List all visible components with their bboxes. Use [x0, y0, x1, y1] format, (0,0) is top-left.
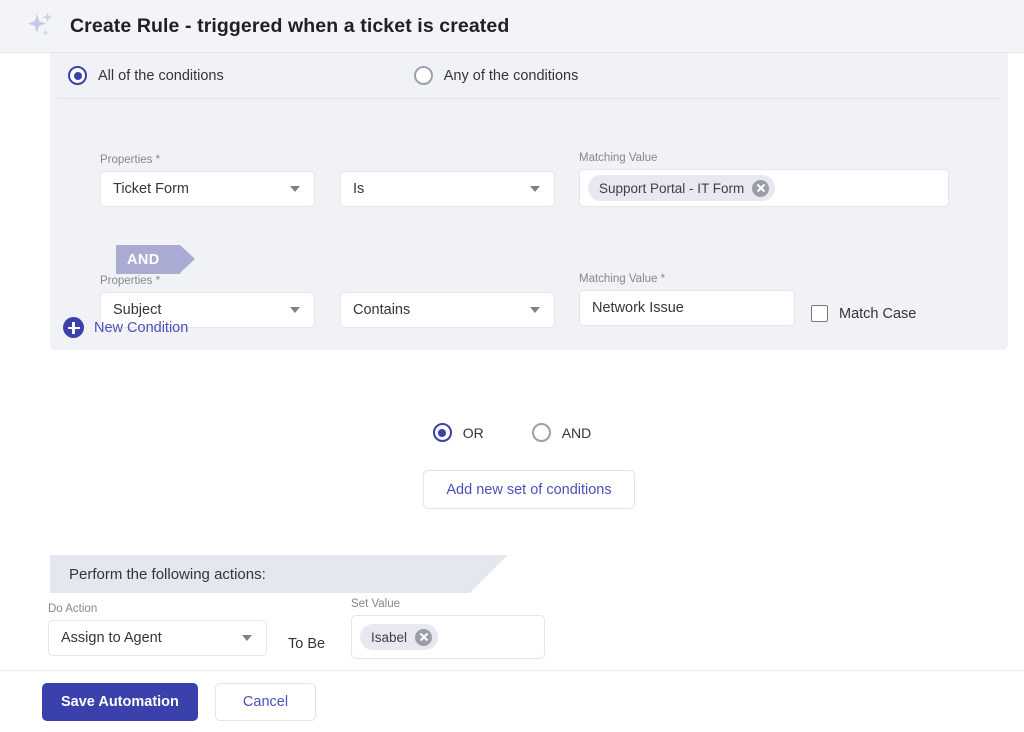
condition-1-operator-value: Is — [353, 181, 364, 197]
matching-value-chip-label: Support Portal - IT Form — [599, 181, 744, 196]
radio-all-label: All of the conditions — [98, 68, 224, 84]
chevron-down-icon — [290, 186, 300, 192]
condition-2-operator-select[interactable]: Contains — [340, 292, 555, 328]
condition-2-matching-input[interactable]: Network Issue — [579, 290, 795, 326]
new-condition-button[interactable]: New Condition — [63, 317, 188, 338]
condition-1-property-select[interactable]: Ticket Form — [100, 171, 315, 207]
plus-icon — [63, 317, 84, 338]
condition-1-operator-select[interactable]: Is — [340, 171, 555, 207]
radio-all-of-the-conditions[interactable]: All of the conditions — [68, 66, 224, 85]
set-value-label: Set Value — [351, 598, 545, 612]
save-automation-button[interactable]: Save Automation — [42, 683, 198, 721]
condition-1-property-value: Ticket Form — [113, 181, 189, 197]
add-new-set-of-conditions-button[interactable]: Add new set of conditions — [423, 470, 635, 509]
do-action-label: Do Action — [48, 603, 267, 617]
do-action-field: Do Action Assign to Agent — [48, 603, 267, 656]
set-value-chip-label: Isabel — [371, 630, 407, 645]
radio-any-of-the-conditions[interactable]: Any of the conditions — [414, 66, 579, 85]
radio-set-or-label: OR — [463, 425, 484, 441]
chevron-down-icon — [242, 635, 252, 641]
cancel-button[interactable]: Cancel — [215, 683, 316, 721]
condition-1-operator-label — [340, 154, 555, 168]
do-action-value: Assign to Agent — [61, 630, 162, 646]
condition-2-operator-field: Contains — [340, 275, 555, 328]
condition-2-operator-value: Contains — [353, 302, 410, 318]
to-be-label: To Be — [288, 636, 325, 652]
condition-1-matching-input[interactable]: Support Portal - IT Form — [579, 169, 949, 207]
set-joiner-row: OR AND — [0, 423, 1024, 442]
condition-1-matching-field: Matching Value Support Portal - IT Form — [579, 152, 949, 207]
rule-body: All of the conditions Any of the conditi… — [0, 53, 1024, 670]
sparkles-icon — [22, 6, 62, 46]
chip-remove-icon[interactable] — [752, 180, 769, 197]
match-case-label: Match Case — [839, 306, 916, 322]
match-case-toggle[interactable]: Match Case — [811, 305, 916, 322]
condition-1-operator-field: Is — [340, 154, 555, 207]
condition-1-matching-label: Matching Value — [579, 152, 949, 166]
condition-1-property-label: Properties * — [100, 154, 315, 168]
radio-set-or-indicator[interactable] — [433, 423, 452, 442]
condition-2-matching-label: Matching Value * — [579, 273, 795, 287]
page-title: Create Rule - triggered when a ticket is… — [70, 15, 509, 38]
radio-all-indicator[interactable] — [68, 66, 87, 85]
radio-set-and-indicator[interactable] — [532, 423, 551, 442]
condition-2-operator-label — [340, 275, 555, 289]
matching-value-chip[interactable]: Support Portal - IT Form — [588, 175, 775, 201]
footer-bar: Save Automation Cancel — [0, 670, 1024, 732]
condition-2-property-label: Properties * — [100, 275, 315, 289]
condition-1-property-field: Properties * Ticket Form — [100, 154, 315, 207]
chevron-down-icon — [530, 307, 540, 313]
condition-2-matching-value: Network Issue — [592, 300, 684, 316]
chip-remove-icon[interactable] — [415, 629, 432, 646]
match-case-checkbox[interactable] — [811, 305, 828, 322]
set-value-input[interactable]: Isabel — [351, 615, 545, 659]
set-value-chip[interactable]: Isabel — [360, 624, 438, 650]
window-header: Create Rule - triggered when a ticket is… — [0, 0, 1024, 53]
condition-2-property-value: Subject — [113, 302, 161, 318]
chevron-down-icon — [530, 186, 540, 192]
new-condition-label: New Condition — [94, 320, 188, 336]
radio-set-or[interactable]: OR — [433, 423, 484, 442]
radio-set-and[interactable]: AND — [532, 423, 592, 442]
condition-joiner-and-badge: AND — [116, 245, 180, 274]
do-action-select[interactable]: Assign to Agent — [48, 620, 267, 656]
radio-any-indicator[interactable] — [414, 66, 433, 85]
conditions-panel: All of the conditions Any of the conditi… — [50, 53, 1008, 350]
set-value-field: Set Value Isabel — [351, 598, 545, 659]
match-type-row: All of the conditions Any of the conditi… — [58, 53, 1000, 99]
chevron-down-icon — [290, 307, 300, 313]
condition-2-matching-field: Matching Value * Network Issue — [579, 273, 795, 326]
actions-banner: Perform the following actions: — [50, 555, 470, 593]
radio-any-label: Any of the conditions — [444, 68, 579, 84]
radio-set-and-label: AND — [562, 425, 592, 441]
